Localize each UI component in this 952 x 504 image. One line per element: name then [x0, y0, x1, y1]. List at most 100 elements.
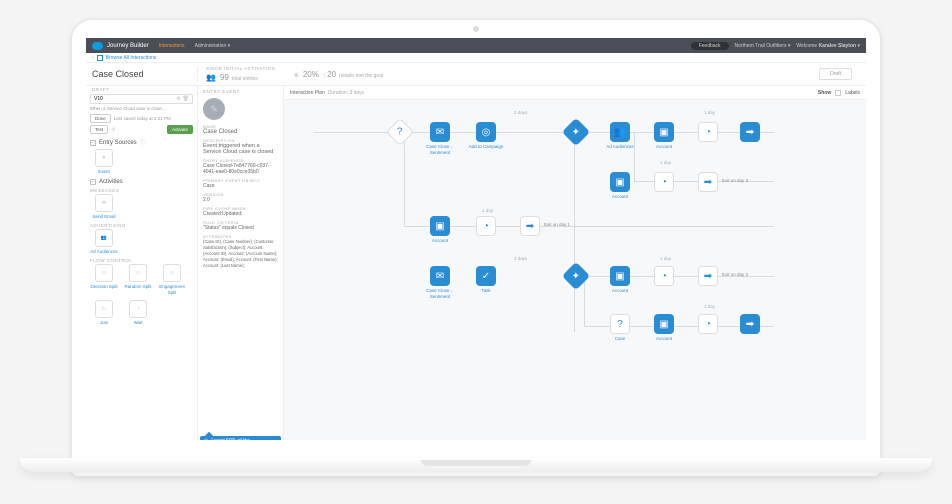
pencil-icon: ✎ [210, 104, 218, 115]
done-button[interactable]: Done [90, 114, 111, 123]
mail-icon: ✉ [102, 200, 106, 206]
gear-icon[interactable]: ⚙ [176, 96, 180, 102]
back-chevron-icon[interactable]: ‹ [92, 55, 94, 61]
spark-icon: ✦ [572, 126, 580, 137]
goal-label: people met the goal [339, 73, 383, 79]
goal-icon: ◈ [293, 71, 298, 79]
fld-obj: Case [203, 183, 278, 189]
people-icon: 👥 [614, 127, 626, 138]
wait-node-d[interactable]: ◔ [698, 314, 718, 334]
total-entries-label: total entries [232, 76, 258, 82]
exit-node-a2[interactable]: ➡ [698, 172, 718, 192]
fld-aud: Case Closed-7e847760-c037-4041-eae0-80e0… [203, 163, 278, 175]
breadcrumb-box-icon [97, 55, 103, 61]
account-node-a1[interactable]: ▣ [654, 122, 674, 142]
fld-desc: Event triggered when a Service Cloud cas… [203, 143, 278, 155]
activate-button[interactable]: Activate [167, 125, 193, 134]
tile-decision-split[interactable]: ◇Decision Split [90, 264, 118, 296]
question-icon: ? [617, 319, 623, 330]
case-node[interactable]: ? [610, 314, 630, 334]
engagement-node-a[interactable]: ✦ [562, 118, 590, 146]
label-account-a2: Account [602, 194, 638, 200]
clock-icon: ◔ [705, 127, 711, 138]
check-icon: ✓ [482, 271, 490, 282]
tile-random-split[interactable]: ◇Random Split [124, 264, 152, 296]
tile-send-email[interactable]: ✉ Send Email [90, 194, 118, 220]
wait-node-c[interactable]: ◔ [654, 266, 674, 286]
briefcase-icon: ▣ [615, 271, 624, 282]
test-button[interactable]: Test [90, 125, 108, 134]
section-entry-sources[interactable]: −Entry Sourcesⓘ [90, 138, 193, 147]
tile-event[interactable]: ✦ Event [90, 149, 118, 175]
version-selector[interactable]: ⚙ 🗑 [90, 94, 193, 104]
labels-checkbox[interactable] [835, 90, 841, 96]
diamond-spark-icon: ◇ [170, 270, 174, 276]
chevron-down-icon: ▾ [228, 43, 231, 49]
sidebar: DRAFT ⚙ 🗑 When a Service Cloud case is c… [86, 86, 198, 440]
clock-icon: ◔ [661, 177, 667, 188]
journey-canvas[interactable]: Interaction Plan Duration: 3 days Show L… [284, 86, 866, 440]
version-input[interactable] [94, 96, 154, 102]
feedback-button[interactable]: Feedback [691, 42, 729, 50]
sub-flow: FLOW CONTROL [90, 258, 193, 263]
org-switcher[interactable]: Northern Trail Outfitters ▾ [735, 43, 791, 49]
adaud-node[interactable]: 👥 [610, 122, 630, 142]
fld-fire: Created;Updated; [203, 211, 278, 217]
wait-node-a2[interactable]: ◔ [654, 172, 674, 192]
tab-administration[interactable]: Administration ▾ [195, 43, 231, 49]
fld-attr: (Case ID), (Case Number); (Customer Sati… [203, 239, 278, 269]
user-menu[interactable]: Welcome Karalee Slayton ▾ [796, 43, 860, 49]
undo-icon[interactable]: ↺ [111, 127, 115, 133]
since-label: SINCE INITIAL ACTIVATION [206, 66, 275, 71]
delete-icon[interactable]: 🗑 [183, 96, 189, 102]
tile-engagement-split[interactable]: ◇Engagement Split [158, 264, 186, 296]
info-icon[interactable]: ⓘ [140, 138, 146, 147]
account-node-a2[interactable]: ▣ [610, 172, 630, 192]
detail-header: ENTRY EVENT [203, 89, 278, 94]
breadcrumb-link[interactable]: Browse All Interactions [106, 55, 157, 61]
exit-icon: ➡ [704, 177, 712, 188]
exit-node-c[interactable]: ➡ [698, 266, 718, 286]
exit-node-b[interactable]: ➡ [520, 216, 540, 236]
day-label-2c: 2 days [514, 256, 527, 261]
task-node[interactable]: ✓ [476, 266, 496, 286]
email-node-ccs-2[interactable]: ✉ [430, 266, 450, 286]
tile-join[interactable]: ▷Join [90, 300, 118, 326]
wait-node-a[interactable]: ◔ [698, 122, 718, 142]
day-label-2a: 2 days [514, 110, 527, 115]
account-node-b[interactable]: ▣ [430, 216, 450, 236]
day-label-1a: 1 day [704, 110, 715, 115]
tile-ad-audiences[interactable]: 👥 Ad Audiences [90, 229, 118, 255]
campaign-node[interactable]: ◎ [476, 122, 496, 142]
account-node-c[interactable]: ▣ [610, 266, 630, 286]
goal-pct: 20% [303, 70, 319, 79]
entry-event-avatar: ✎ [203, 98, 225, 120]
plan-header: Interaction Plan Duration: 3 days Show L… [284, 86, 866, 100]
engagement-node-c[interactable]: ✦ [562, 262, 590, 290]
exit-label-b: Exit on day 1 [544, 222, 570, 227]
exit-node-d[interactable]: ➡ [740, 314, 760, 334]
app-screen: Journey Builder Interactions Administrat… [86, 38, 866, 440]
account-node-d[interactable]: ▣ [654, 314, 674, 334]
label-account-a1: Account [646, 144, 682, 150]
goal-bubble[interactable]: ◎I want 50% of the… [200, 436, 281, 440]
sidebar-draft-label: DRAFT [92, 87, 110, 92]
day-label-1c: 1 day [660, 256, 671, 261]
clock-icon: ◔ [661, 271, 667, 282]
label-adaud: Ad Audiences [602, 144, 638, 150]
email-node-ccs-1[interactable]: ✉ [430, 122, 450, 142]
tile-wait[interactable]: ◔Wait [124, 300, 152, 326]
exit-icon: ➡ [526, 221, 534, 232]
diamond-percent-icon: ◇ [136, 270, 140, 276]
wait-node-b[interactable]: ◔ [476, 216, 496, 236]
exit-label-c: Exit on day 3 [722, 272, 748, 277]
decision-node-1[interactable]: ? [386, 118, 414, 146]
label-ccs-1: Case Close… Sentiment [422, 144, 458, 155]
show-label: Show [818, 90, 831, 96]
tab-interactions[interactable]: Interactions [159, 43, 185, 49]
exit-node-a[interactable]: ➡ [740, 122, 760, 142]
target-icon: ◎ [482, 127, 491, 138]
target-icon: ◎ [204, 438, 208, 440]
section-activities[interactable]: −Activities [90, 179, 193, 185]
label-account-d: Account [646, 336, 682, 342]
